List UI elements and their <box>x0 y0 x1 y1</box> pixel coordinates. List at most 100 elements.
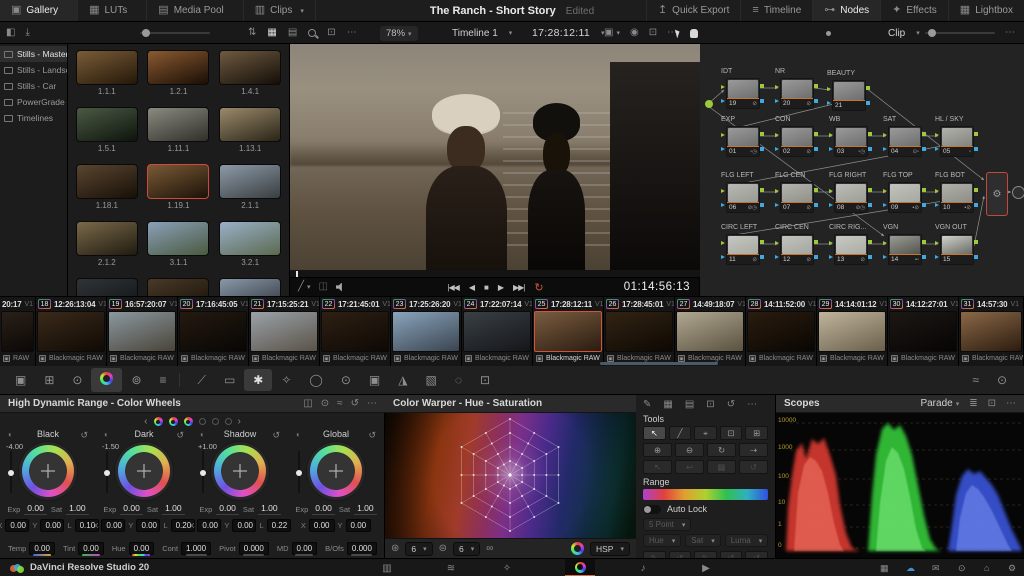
wheel-reset-icon[interactable]: ↺ <box>80 430 88 441</box>
node-input-port-rgb[interactable] <box>935 241 939 245</box>
timeline-clip[interactable]: 23 17:25:26:20 V1 ▣ Blackmagic RAW <box>391 297 462 366</box>
jog-bar[interactable] <box>290 270 700 278</box>
sat-value[interactable]: 1.00 <box>162 503 185 515</box>
top-tab[interactable]: ≡ Timeline <box>740 0 812 21</box>
palette-icon[interactable]: ≈ <box>963 369 988 391</box>
status-icon[interactable]: ⊙ <box>958 563 966 574</box>
timeline-scrollbar[interactable] <box>600 362 718 365</box>
panel-header-icon[interactable]: ▦ <box>663 399 672 410</box>
timeline-clip[interactable]: 25 17:28:12:11 V1 ▣ Blackmagic RAW <box>533 297 604 366</box>
timeline-clip[interactable]: 28 14:11:52:00 V1 ▣ Blackmagic RAW <box>746 297 817 366</box>
node-mode-select[interactable]: Clip ▾ <box>888 22 920 44</box>
timeline-clip[interactable]: 26 17:28:45:01 V1 ▣ Blackmagic RAW <box>604 297 675 366</box>
color-wheel[interactable] <box>118 445 170 497</box>
stop-button[interactable]: ■ <box>484 283 489 292</box>
still-item[interactable]: 1.4.1 <box>216 50 284 107</box>
node[interactable]: IDT 19 ⊘ <box>721 68 764 109</box>
wheel-x-value[interactable]: 0.00 <box>5 518 30 532</box>
speaker-icon[interactable] <box>336 282 342 292</box>
node-input-port-alpha[interactable] <box>721 99 725 103</box>
node-input-port-rgb[interactable] <box>935 133 939 137</box>
channel-select[interactable]: Sat ▾ <box>685 534 721 547</box>
page-button[interactable]: ✧ <box>492 559 522 576</box>
node-input-port-rgb[interactable] <box>883 189 887 193</box>
still-item[interactable]: 1.2.1 <box>145 50 213 107</box>
palette-icon[interactable]: ⟋ <box>189 369 215 392</box>
grid-view-icon[interactable]: ▦ <box>267 28 276 38</box>
node[interactable]: BEAUTY 21 <box>827 70 870 111</box>
tool-button[interactable]: ↻ <box>707 443 736 457</box>
timeline-clip[interactable]: 21 17:15:25:21 V1 ▣ Blackmagic RAW <box>249 297 320 366</box>
album-item[interactable]: Timelines <box>0 110 67 126</box>
node[interactable]: VGN 14 ▪▫ <box>883 224 926 265</box>
node-input-port-alpha[interactable] <box>829 147 833 151</box>
still-item[interactable] <box>73 278 141 296</box>
timeline-clip[interactable]: 29 14:14:01:12 V1 ▣ Blackmagic RAW <box>817 297 888 366</box>
panel-header-icon[interactable]: ⊡ <box>706 399 714 410</box>
grade-preview-icon[interactable]: ◉ <box>630 28 639 38</box>
tool-button[interactable]: ⊞ <box>745 426 768 440</box>
node-input-port-rgb[interactable] <box>883 241 887 245</box>
node-input-port-alpha[interactable] <box>883 147 887 151</box>
top-tab[interactable]: ↥ Quick Export <box>645 0 740 21</box>
tool-button[interactable]: ↖ <box>643 426 666 440</box>
node-input-port-rgb[interactable] <box>883 133 887 137</box>
warper-canvas[interactable] <box>385 413 636 538</box>
node[interactable]: SAT 04 ⊙▫ <box>883 116 926 157</box>
timeline-clip[interactable]: 22 17:21:45:01 V1 ▣ Blackmagic RAW <box>320 297 391 366</box>
palette-icon[interactable]: ▣ <box>360 369 389 391</box>
top-tab[interactable]: ▦ LUTs <box>78 0 148 21</box>
half-moon-icon[interactable]: ◐ <box>104 430 109 439</box>
sat-value[interactable]: 1.00 <box>66 503 89 515</box>
wipe-icon[interactable]: ◫ <box>319 282 328 292</box>
album-item[interactable]: Stills - Landsc... <box>0 62 67 78</box>
color-wheel[interactable] <box>310 445 362 497</box>
wheel-page-dot[interactable] <box>198 418 206 425</box>
node[interactable]: HL / SKY 05 ▫ <box>935 116 978 157</box>
still-item[interactable]: 2.1.1 <box>216 164 284 221</box>
panel-header-icon[interactable]: ≈ <box>337 398 343 409</box>
panel-header-icon[interactable]: ⊙ <box>321 398 329 409</box>
range-gradient-bar[interactable] <box>643 489 768 500</box>
color-space-select[interactable]: HSP ▾ <box>590 541 630 556</box>
palette-icon[interactable]: ⊞ <box>35 369 63 391</box>
wheel-reset-icon[interactable]: ↺ <box>176 430 184 441</box>
exp-value[interactable]: 0.00 <box>24 503 47 515</box>
link-icon[interactable]: ∞ <box>486 543 493 554</box>
tool-button[interactable]: ↩ <box>675 460 704 474</box>
panel-header-icon[interactable]: ◫ <box>303 398 312 409</box>
still-item[interactable]: 1.19.1 <box>145 164 213 221</box>
top-tab[interactable]: ▣ Gallery <box>0 0 79 21</box>
node[interactable]: WB 03 ▫◷ <box>829 116 872 157</box>
node-input-port-alpha[interactable] <box>721 255 725 259</box>
node-output-gear[interactable]: ⚙ <box>986 172 1008 216</box>
top-tab[interactable]: ✦ Effects <box>880 0 948 21</box>
sat-value[interactable]: 1.00 <box>354 503 377 515</box>
page-left-icon[interactable]: ‹ <box>144 416 147 427</box>
channel-select[interactable]: Hue ▾ <box>643 534 682 547</box>
cursor-tool-icon[interactable] <box>674 28 682 38</box>
wheel-y-value[interactable]: 0.00 <box>345 518 372 532</box>
goto-start-button[interactable]: |◀◀ <box>447 283 459 292</box>
node[interactable]: EXP 01 ▫◷ <box>721 116 764 157</box>
node-input-port-rgb[interactable] <box>829 189 833 193</box>
eyedropper-icon[interactable]: ╱ ▾ <box>298 282 311 292</box>
status-icon[interactable]: ▦ <box>880 563 889 574</box>
status-icon[interactable]: ⌂ <box>984 563 989 573</box>
wheel-master-slider[interactable] <box>200 451 206 493</box>
half-moon-icon[interactable]: ◐ <box>200 430 205 439</box>
node-input-port-alpha[interactable] <box>883 255 887 259</box>
wheel-l-value[interactable]: 0.22 <box>266 518 291 532</box>
node-input-port-alpha[interactable] <box>935 255 939 259</box>
palette-icon[interactable]: ▭ <box>215 369 244 391</box>
node-input-port-alpha[interactable] <box>827 101 831 105</box>
viewer-timeline-select[interactable]: Timeline 1 ▾ <box>452 22 512 44</box>
panel-header-icon[interactable]: ↺ <box>351 398 359 409</box>
nodes-more-icon[interactable]: ⋯ <box>1005 28 1015 38</box>
half-moon-icon[interactable]: ◐ <box>8 430 13 439</box>
node[interactable]: CIRC RIG... 13 ⊘ <box>829 224 872 265</box>
top-tab[interactable]: ▥ Clips ▾ <box>244 0 316 21</box>
palette-icon[interactable]: ⊙ <box>988 369 1016 391</box>
palette-icon[interactable]: ▣ <box>6 369 35 391</box>
wheel-page-dot[interactable] <box>183 417 193 426</box>
